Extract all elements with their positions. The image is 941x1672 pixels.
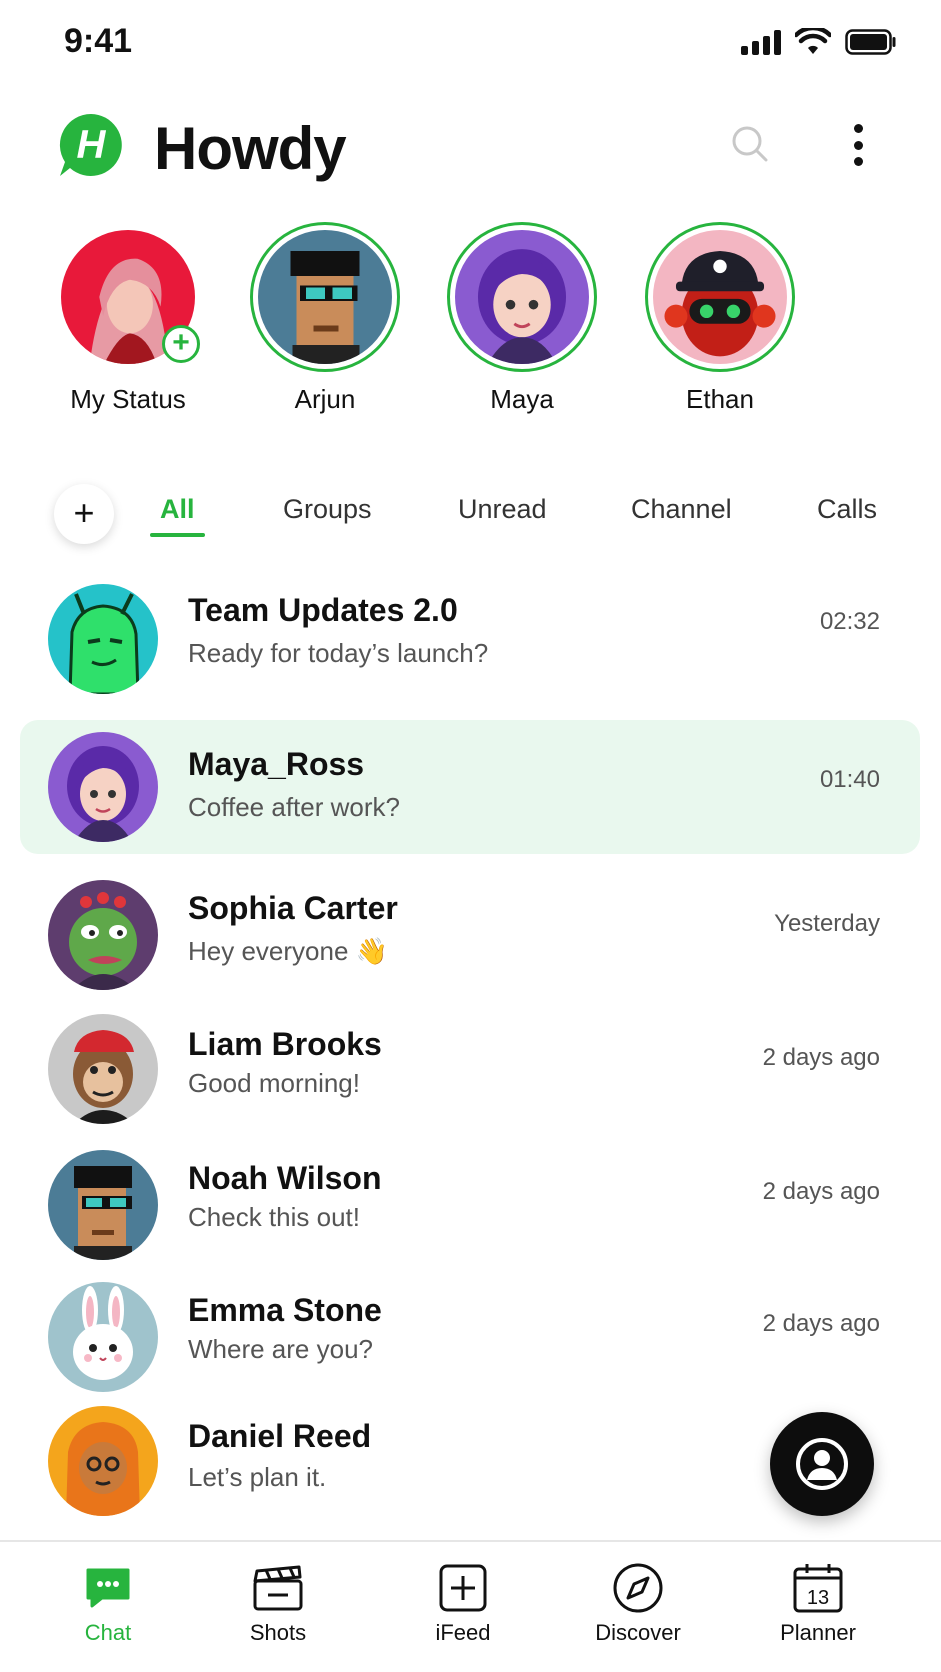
story-arjun[interactable]: Arjun	[235, 222, 415, 415]
add-filter-button[interactable]: +	[54, 484, 114, 544]
more-options-icon[interactable]	[846, 120, 870, 170]
clapperboard-icon	[208, 1560, 348, 1616]
chat-time: 2 days ago	[762, 1310, 880, 1337]
chat-preview: Let’s plan it.	[188, 1462, 327, 1492]
chat-time: 2 days ago	[762, 1044, 880, 1071]
story-name: Arjun	[294, 384, 356, 414]
tab-all[interactable]: All	[150, 494, 205, 537]
nav-label: Discover	[595, 1620, 681, 1645]
chat-row-sophia-carter[interactable]: Sophia Carter Hey everyone 👋 Yesterday	[20, 868, 920, 1002]
howdy-logo-icon: H	[59, 113, 122, 176]
avatar	[455, 230, 589, 364]
chat-row-maya-ross[interactable]: Maya_Ross Coffee after work? 01:40	[20, 720, 920, 854]
chat-name: Team Updates 2.0	[188, 592, 458, 628]
cellular-signal-icon	[741, 29, 781, 55]
battery-icon	[845, 29, 896, 55]
nav-planner[interactable]: 13 Planner	[748, 1560, 888, 1646]
story-name: Ethan	[686, 384, 754, 414]
chat-preview: Ready for today’s launch?	[188, 638, 489, 668]
chat-name: Noah Wilson	[188, 1160, 382, 1196]
add-status-icon[interactable]: +	[162, 325, 200, 363]
chat-preview: Hey everyone 👋	[188, 936, 389, 966]
story-maya[interactable]: Maya	[432, 222, 612, 415]
plus-square-icon	[393, 1560, 533, 1616]
chat-name: Liam Brooks	[188, 1026, 382, 1062]
chat-time: Yesterday	[774, 910, 880, 937]
nav-discover[interactable]: Discover	[568, 1560, 708, 1646]
nav-label: Planner	[780, 1620, 856, 1645]
tab-groups[interactable]: Groups	[283, 494, 372, 525]
svg-text:H: H	[77, 123, 107, 167]
app-header: H Howdy	[0, 100, 941, 200]
story-name: Maya	[490, 384, 554, 414]
chat-row-emma-stone[interactable]: Emma Stone Where are you? 2 days ago	[20, 1276, 920, 1410]
chat-preview: Where are you?	[188, 1334, 373, 1364]
story-avatar-ring	[250, 222, 400, 372]
svg-text:13: 13	[807, 1587, 829, 1609]
chat-preview: Good morning!	[188, 1068, 360, 1098]
chat-name: Emma Stone	[188, 1292, 382, 1328]
status-time: 9:41	[64, 22, 133, 60]
story-avatar-ring: +	[53, 222, 203, 372]
chat-name: Maya_Ross	[188, 746, 365, 782]
avatar	[258, 230, 392, 364]
chat-bubble-icon	[38, 1560, 178, 1616]
bottom-navigation: Chat Shots iFeed Discover 13 Planner	[0, 1540, 941, 1672]
chat-preview: Check this out!	[188, 1202, 360, 1232]
tab-unread[interactable]: Unread	[458, 494, 547, 525]
story-ethan[interactable]: Ethan	[630, 222, 810, 415]
tab-calls[interactable]: Calls	[817, 494, 877, 525]
active-tab-indicator	[150, 533, 205, 537]
wifi-icon	[795, 28, 831, 54]
avatar	[653, 230, 787, 364]
story-avatar-ring	[645, 222, 795, 372]
chat-preview: Coffee after work?	[188, 792, 400, 822]
story-avatar-ring	[447, 222, 597, 372]
avatar	[48, 880, 158, 990]
nav-label: Chat	[84, 1620, 132, 1645]
avatar	[48, 1014, 158, 1124]
nav-ifeed[interactable]: iFeed	[393, 1560, 533, 1646]
avatar	[48, 1282, 158, 1392]
nav-chat[interactable]: Chat	[38, 1560, 178, 1646]
chat-name: Daniel Reed	[188, 1418, 372, 1454]
compass-icon	[568, 1560, 708, 1616]
nav-shots[interactable]: Shots	[208, 1560, 348, 1646]
status-stories-row: + My Status Arjun Maya Ethan	[0, 222, 941, 422]
chat-time: 02:32	[819, 608, 880, 635]
tab-label: All	[160, 494, 195, 524]
avatar	[48, 584, 158, 694]
contact-icon	[796, 1438, 848, 1490]
avatar	[48, 1406, 158, 1516]
chat-row-team-updates[interactable]: Team Updates 2.0 Ready for today’s launc…	[20, 578, 920, 712]
nav-label: Shots	[249, 1620, 307, 1645]
search-icon[interactable]	[728, 122, 772, 166]
status-bar: 9:41	[0, 0, 941, 90]
chat-time: 01:40	[819, 766, 880, 793]
story-my-status[interactable]: + My Status	[38, 222, 218, 415]
chat-row-liam-brooks[interactable]: Liam Brooks Good morning! 2 days ago	[20, 1004, 920, 1138]
avatar	[48, 1150, 158, 1260]
avatar	[48, 732, 158, 842]
chat-filter-tabs: + All Groups Unread Channel Calls	[0, 478, 941, 548]
nav-label: iFeed	[435, 1620, 491, 1645]
chat-row-noah-wilson[interactable]: Noah Wilson Check this out! 2 days ago	[20, 1146, 920, 1280]
status-icons	[741, 28, 897, 56]
story-name: My Status	[70, 384, 186, 414]
chat-time: 2 days ago	[762, 1178, 880, 1205]
chat-name: Sophia Carter	[188, 890, 398, 926]
contacts-fab-button[interactable]	[770, 1412, 874, 1516]
app-title: Howdy	[154, 115, 347, 182]
tab-channel[interactable]: Channel	[631, 494, 732, 525]
calendar-icon: 13	[748, 1560, 888, 1616]
